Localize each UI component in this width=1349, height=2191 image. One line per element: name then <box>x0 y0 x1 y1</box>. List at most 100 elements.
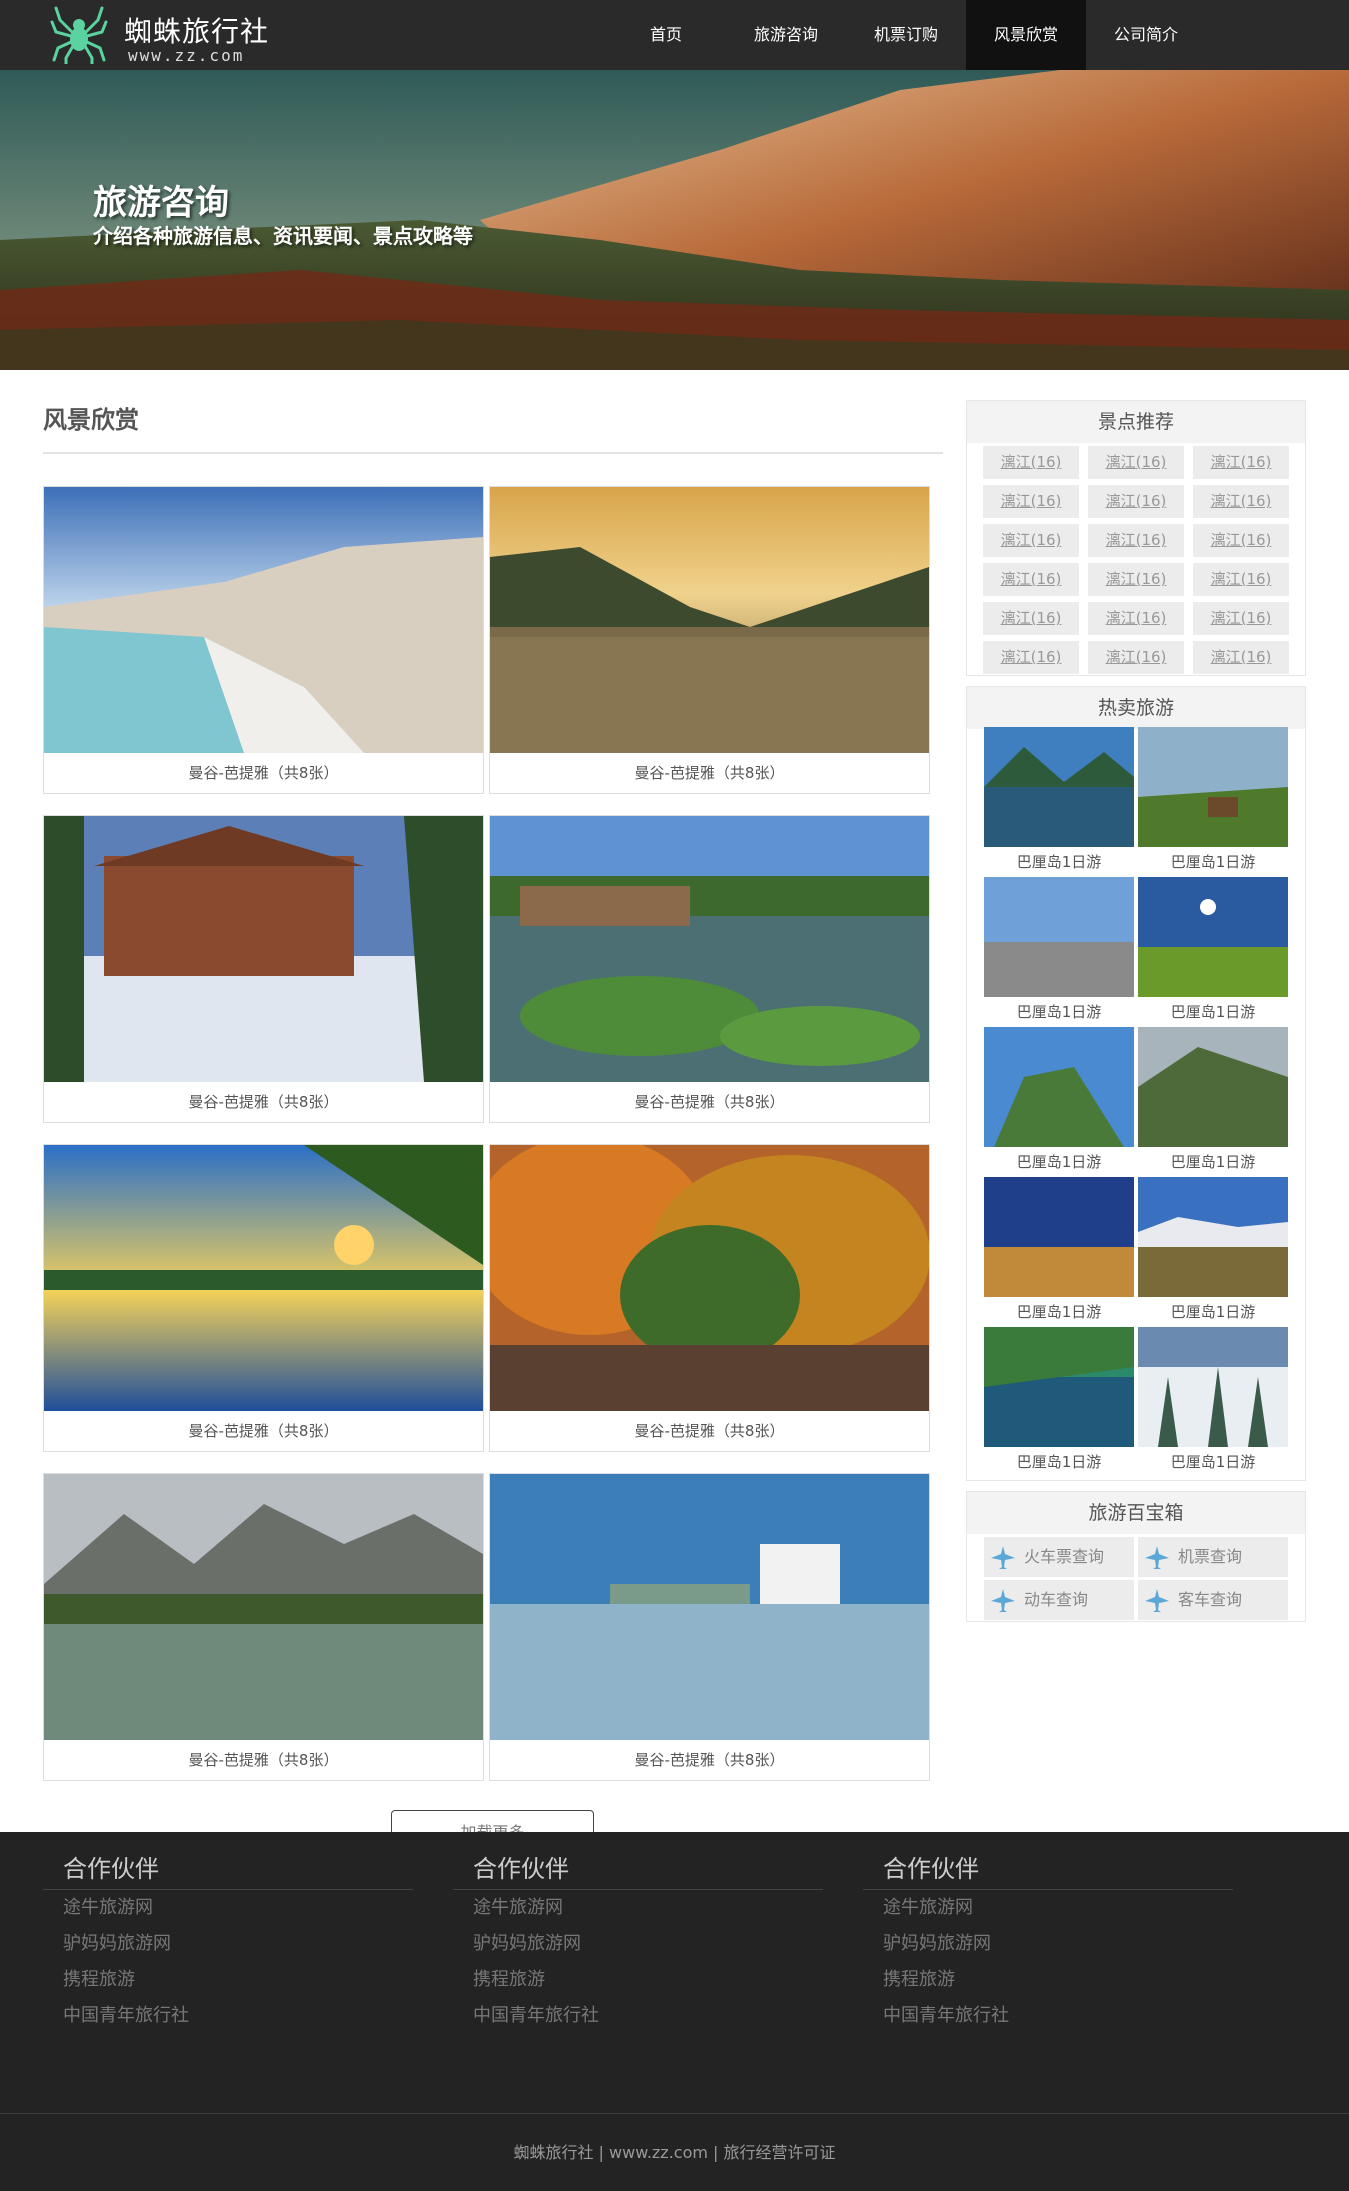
attraction-tag[interactable]: 漓江(16) <box>1088 641 1184 674</box>
attraction-tag[interactable]: 漓江(16) <box>1193 602 1289 635</box>
tour-thumbnail[interactable] <box>1138 1177 1288 1297</box>
nav-ticket-booking[interactable]: 机票订购 <box>846 0 966 70</box>
tour-name[interactable]: 巴厘岛1日游 <box>984 1001 1134 1022</box>
tour-name[interactable]: 巴厘岛1日游 <box>984 851 1134 872</box>
gallery-caption[interactable]: 曼谷-芭提雅（共8张） <box>44 1082 483 1122</box>
tour-thumbnail[interactable] <box>984 1327 1134 1447</box>
section-divider <box>43 452 943 454</box>
attraction-tag[interactable]: 漓江(16) <box>983 641 1079 674</box>
attraction-tag[interactable]: 漓江(16) <box>1088 446 1184 479</box>
tour-thumbnail[interactable] <box>1138 877 1288 997</box>
partner-link[interactable]: 驴妈妈旅游网 <box>453 1926 823 1962</box>
tour-name[interactable]: 巴厘岛1日游 <box>1138 1151 1288 1172</box>
gallery-image[interactable] <box>490 487 929 753</box>
gallery-card[interactable]: 曼谷-芭提雅（共8张） <box>43 486 484 794</box>
partner-link[interactable]: 途牛旅游网 <box>43 1890 413 1926</box>
tour-thumbnail[interactable] <box>1138 1027 1288 1147</box>
partner-column: 合作伙伴 途牛旅游网 驴妈妈旅游网 携程旅游 中国青年旅行社 <box>453 1848 823 2034</box>
partner-column: 合作伙伴 途牛旅游网 驴妈妈旅游网 携程旅游 中国青年旅行社 <box>43 1848 413 2034</box>
coach-ticket-link[interactable]: 客车查询 <box>1138 1580 1288 1620</box>
partner-link[interactable]: 驴妈妈旅游网 <box>863 1926 1233 1962</box>
attraction-tag[interactable]: 漓江(16) <box>983 602 1079 635</box>
partner-link[interactable]: 中国青年旅行社 <box>863 1998 1233 2034</box>
gallery-image[interactable] <box>44 1145 483 1411</box>
tour-thumbnail[interactable] <box>984 1027 1134 1147</box>
airplane-icon <box>1145 1589 1169 1612</box>
gallery-card[interactable]: 曼谷-芭提雅（共8张） <box>489 486 930 794</box>
tour-thumbnail[interactable] <box>984 877 1134 997</box>
attraction-tag[interactable]: 漓江(16) <box>983 524 1079 557</box>
airplane-icon <box>991 1589 1015 1612</box>
nav-company-intro[interactable]: 公司简介 <box>1086 0 1206 70</box>
attraction-tag[interactable]: 漓江(16) <box>1193 524 1289 557</box>
attraction-tag[interactable]: 漓江(16) <box>1088 602 1184 635</box>
attraction-tag[interactable]: 漓江(16) <box>983 485 1079 518</box>
attraction-tag[interactable]: 漓江(16) <box>1193 641 1289 674</box>
partner-link[interactable]: 携程旅游 <box>453 1962 823 1998</box>
tour-name[interactable]: 巴厘岛1日游 <box>984 1301 1134 1322</box>
gallery-image[interactable] <box>490 1145 929 1411</box>
bullet-train-link[interactable]: 动车查询 <box>984 1580 1134 1620</box>
partner-link[interactable]: 携程旅游 <box>863 1962 1233 1998</box>
gallery-card[interactable]: 曼谷-芭提雅（共8张） <box>43 1144 484 1452</box>
gallery-caption[interactable]: 曼谷-芭提雅（共8张） <box>490 1082 929 1122</box>
gallery-caption[interactable]: 曼谷-芭提雅（共8张） <box>490 753 929 793</box>
partner-column-title: 合作伙伴 <box>43 1848 413 1890</box>
site-title[interactable]: 蜘蛛旅行社 <box>124 10 269 50</box>
gallery-caption[interactable]: 曼谷-芭提雅（共8张） <box>490 1740 929 1780</box>
gallery-card[interactable]: 曼谷-芭提雅（共8张） <box>43 1473 484 1781</box>
tour-thumbnail[interactable] <box>984 1177 1134 1297</box>
partner-link[interactable]: 中国青年旅行社 <box>453 1998 823 2034</box>
hot-tours-title: 热卖旅游 <box>967 687 1305 729</box>
airplane-icon <box>1145 1546 1169 1569</box>
tour-thumbnail[interactable] <box>984 727 1134 847</box>
partner-link[interactable]: 途牛旅游网 <box>453 1890 823 1926</box>
attraction-tag[interactable]: 漓江(16) <box>1088 524 1184 557</box>
attraction-tag[interactable]: 漓江(16) <box>1193 446 1289 479</box>
attraction-tag[interactable]: 漓江(16) <box>1088 485 1184 518</box>
flight-ticket-link[interactable]: 机票查询 <box>1138 1537 1288 1577</box>
attraction-tag[interactable]: 漓江(16) <box>1193 563 1289 596</box>
partner-link[interactable]: 中国青年旅行社 <box>43 1998 413 2034</box>
gallery-card[interactable]: 曼谷-芭提雅（共8张） <box>489 1144 930 1452</box>
gallery-image[interactable] <box>44 816 483 1082</box>
gallery-caption[interactable]: 曼谷-芭提雅（共8张） <box>44 753 483 793</box>
tour-name[interactable]: 巴厘岛1日游 <box>1138 1301 1288 1322</box>
nav-travel-consult[interactable]: 旅游咨询 <box>726 0 846 70</box>
gallery-card[interactable]: 曼谷-芭提雅（共8张） <box>43 815 484 1123</box>
gallery-image[interactable] <box>490 1474 929 1740</box>
tour-thumbnail[interactable] <box>1138 1327 1288 1447</box>
partner-column-title: 合作伙伴 <box>863 1848 1233 1890</box>
gallery-card[interactable]: 曼谷-芭提雅（共8张） <box>489 1473 930 1781</box>
train-ticket-link[interactable]: 火车票查询 <box>984 1537 1134 1577</box>
tour-thumbnail[interactable] <box>1138 727 1288 847</box>
main-nav: 首页 旅游咨询 机票订购 风景欣赏 公司简介 <box>606 0 1206 70</box>
gallery-caption[interactable]: 曼谷-芭提雅（共8张） <box>490 1411 929 1451</box>
nav-scenery[interactable]: 风景欣赏 <box>966 0 1086 70</box>
partner-link[interactable]: 途牛旅游网 <box>863 1890 1233 1926</box>
recommend-title: 景点推荐 <box>967 401 1305 443</box>
nav-home[interactable]: 首页 <box>606 0 726 70</box>
attraction-tag[interactable]: 漓江(16) <box>983 563 1079 596</box>
partner-link[interactable]: 携程旅游 <box>43 1962 413 1998</box>
hot-tours-box: 热卖旅游 巴厘岛1日游 巴厘岛1日游 巴厘岛1日游 巴厘岛1日游 巴厘岛1日游 … <box>966 686 1306 1481</box>
attraction-tag[interactable]: 漓江(16) <box>1088 563 1184 596</box>
gallery-image[interactable] <box>44 487 483 753</box>
tour-name[interactable]: 巴厘岛1日游 <box>984 1451 1134 1472</box>
attraction-tag[interactable]: 漓江(16) <box>983 446 1079 479</box>
tour-name[interactable]: 巴厘岛1日游 <box>1138 851 1288 872</box>
gallery-caption[interactable]: 曼谷-芭提雅（共8张） <box>44 1740 483 1780</box>
banner-subtitle: 介绍各种旅游信息、资讯要闻、景点攻略等 <box>93 224 473 248</box>
gallery-card[interactable]: 曼谷-芭提雅（共8张） <box>489 815 930 1123</box>
attraction-tag[interactable]: 漓江(16) <box>1193 485 1289 518</box>
gallery-image[interactable] <box>44 1474 483 1740</box>
tour-name[interactable]: 巴厘岛1日游 <box>1138 1451 1288 1472</box>
partner-link[interactable]: 驴妈妈旅游网 <box>43 1926 413 1962</box>
gallery-caption[interactable]: 曼谷-芭提雅（共8张） <box>44 1411 483 1451</box>
tour-name[interactable]: 巴厘岛1日游 <box>984 1151 1134 1172</box>
tour-name[interactable]: 巴厘岛1日游 <box>1138 1001 1288 1022</box>
top-header: 蜘蛛旅行社 www.zz.com 首页 旅游咨询 机票订购 风景欣赏 公司简介 <box>0 0 1349 70</box>
gallery-image[interactable] <box>490 816 929 1082</box>
hero-banner: 旅游咨询 介绍各种旅游信息、资讯要闻、景点攻略等 <box>0 70 1349 370</box>
toolbox-title: 旅游百宝箱 <box>967 1492 1305 1534</box>
